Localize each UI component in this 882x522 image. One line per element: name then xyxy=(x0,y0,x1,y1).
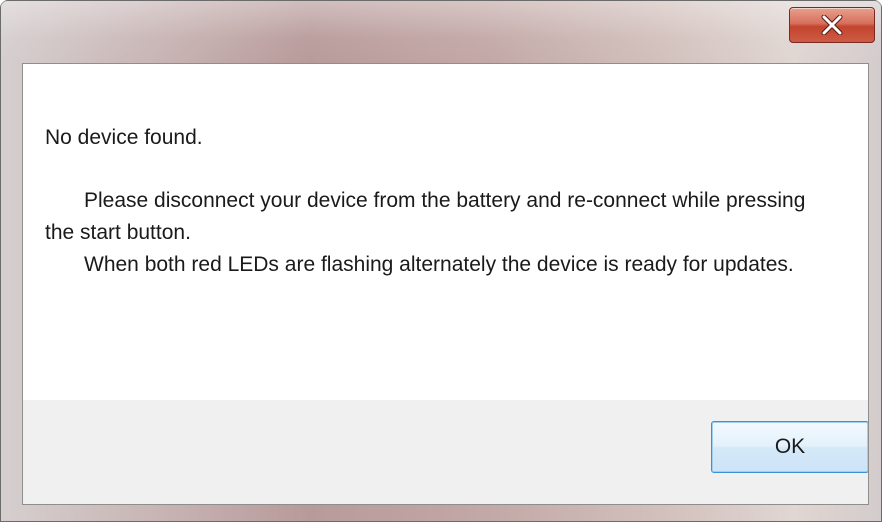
ok-button[interactable]: OK xyxy=(711,421,868,473)
dialog-client-area: No device found. Please disconnect your … xyxy=(22,63,869,505)
close-icon xyxy=(821,15,843,35)
button-bar: OK xyxy=(23,400,868,504)
message-paragraph-2: When both red LEDs are flashing alternat… xyxy=(84,253,794,276)
close-button[interactable] xyxy=(789,7,875,43)
message-area: No device found. Please disconnect your … xyxy=(23,64,868,400)
message-title: No device found. xyxy=(45,126,203,149)
dialog-window: No device found. Please disconnect your … xyxy=(0,0,882,522)
message-paragraph-1: Please disconnect your device from the b… xyxy=(45,189,806,244)
title-bar[interactable] xyxy=(1,1,881,63)
